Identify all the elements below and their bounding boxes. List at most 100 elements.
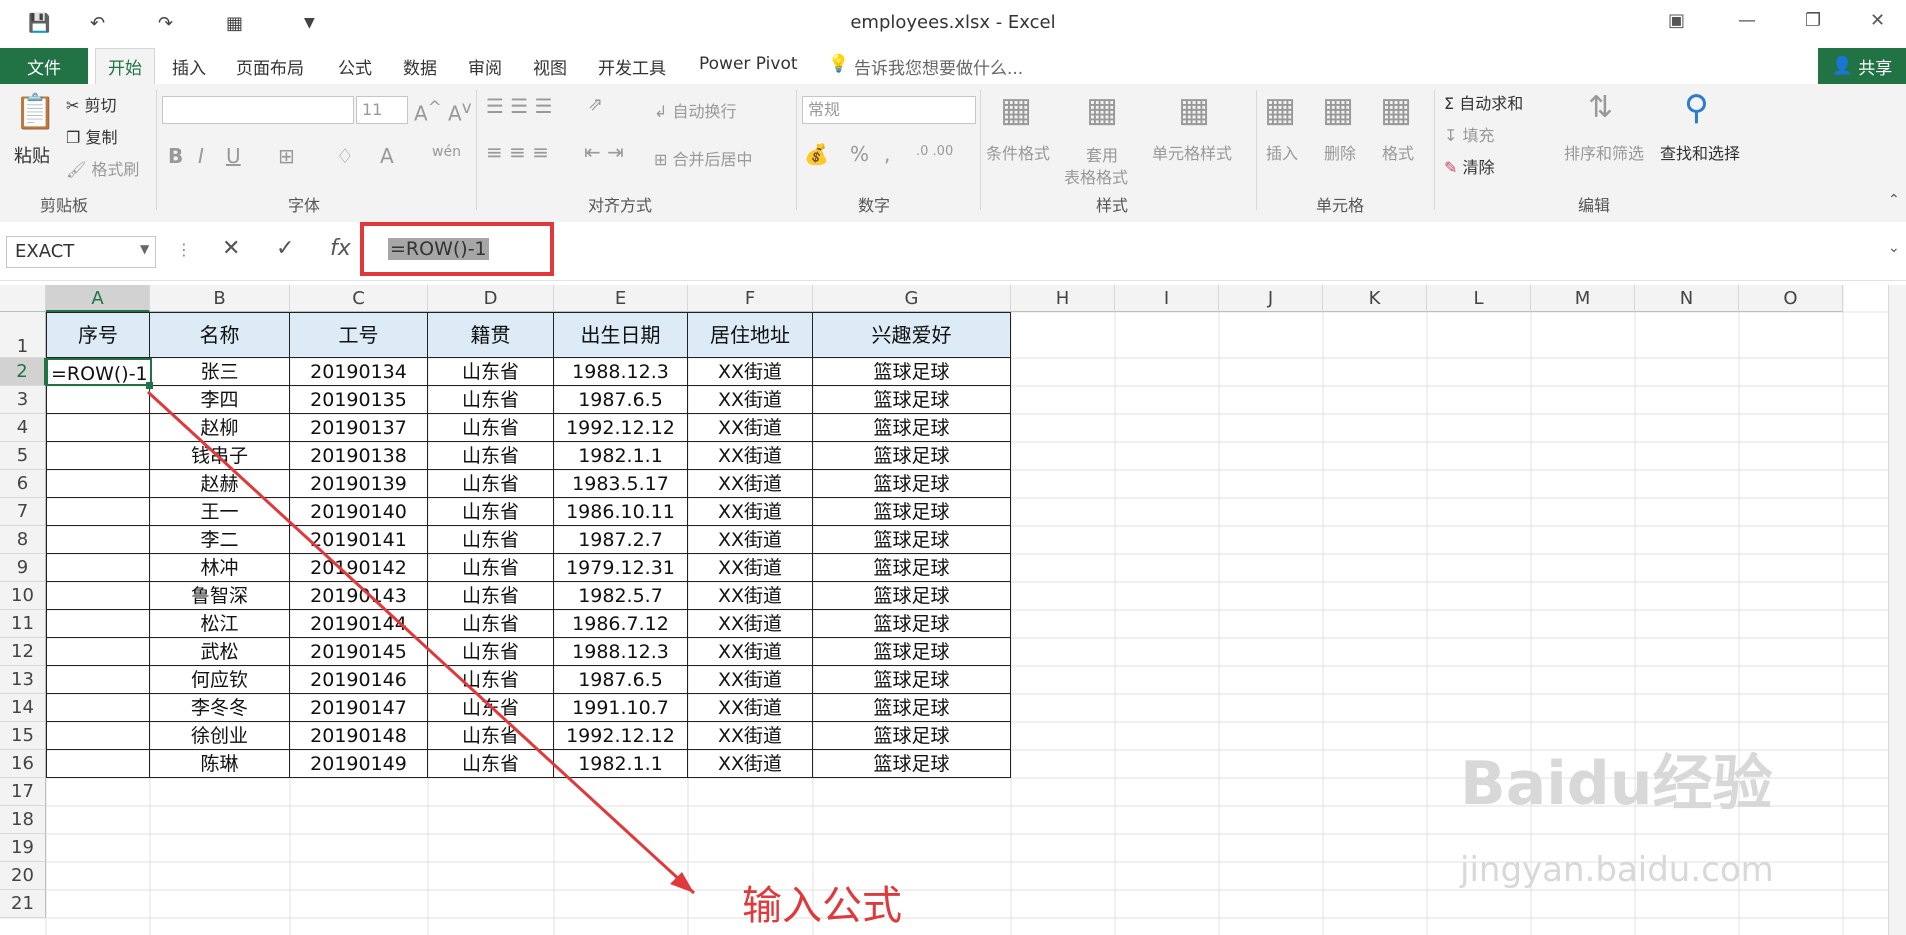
- table-cell[interactable]: 山东省: [428, 750, 554, 778]
- font-grow-icon[interactable]: A^ Av: [414, 98, 472, 126]
- table-cell[interactable]: 松江: [150, 610, 290, 638]
- table-cell[interactable]: 1982.1.1: [554, 750, 688, 778]
- table-cell[interactable]: 20190145: [290, 638, 428, 666]
- table-cell[interactable]: 1987.6.5: [554, 666, 688, 694]
- row-header-13[interactable]: 13: [0, 666, 46, 694]
- column-header-f[interactable]: F: [688, 285, 813, 312]
- row-header-11[interactable]: 11: [0, 610, 46, 638]
- table-cell[interactable]: 山东省: [428, 442, 554, 470]
- table-cell[interactable]: 20190141: [290, 526, 428, 554]
- row-header-18[interactable]: 18: [0, 806, 46, 834]
- row-header-4[interactable]: 4: [0, 414, 46, 442]
- sort-filter-icon[interactable]: ⇅: [1588, 90, 1613, 125]
- column-header-e[interactable]: E: [554, 285, 688, 312]
- table-cell[interactable]: 1986.10.11: [554, 498, 688, 526]
- table-cell[interactable]: XX街道: [688, 498, 813, 526]
- column-header-g[interactable]: G: [813, 285, 1011, 312]
- table-cell[interactable]: XX街道: [688, 554, 813, 582]
- table-cell[interactable]: 篮球足球: [813, 498, 1011, 526]
- table-cell[interactable]: [46, 666, 150, 694]
- cut-button[interactable]: ✂ 剪切: [66, 92, 117, 116]
- cancel-icon[interactable]: ✕: [222, 236, 240, 261]
- row-header-9[interactable]: 9: [0, 554, 46, 582]
- table-cell[interactable]: 篮球足球: [813, 722, 1011, 750]
- vertical-scrollbar[interactable]: [1888, 285, 1906, 935]
- table-cell[interactable]: 篮球足球: [813, 386, 1011, 414]
- column-title-cell[interactable]: 兴趣爱好: [813, 312, 1011, 358]
- copy-button[interactable]: ❐ 复制: [66, 124, 117, 148]
- table-cell[interactable]: 钱串子: [150, 442, 290, 470]
- number-format-combo[interactable]: 常规: [802, 96, 976, 124]
- insert-cells-icon[interactable]: ▦: [1264, 90, 1296, 130]
- column-header-n[interactable]: N: [1635, 285, 1739, 312]
- table-cell[interactable]: 20190144: [290, 610, 428, 638]
- format-painter-button[interactable]: 🖌 格式刷: [66, 156, 139, 180]
- ribbon-display-icon[interactable]: ▣: [1668, 10, 1685, 31]
- table-cell[interactable]: 陈琳: [150, 750, 290, 778]
- find-select-button[interactable]: 查找和选择: [1660, 140, 1740, 164]
- border-icon[interactable]: ⊞: [278, 144, 295, 168]
- column-header-k[interactable]: K: [1323, 285, 1427, 312]
- row-header-17[interactable]: 17: [0, 778, 46, 806]
- column-header-j[interactable]: J: [1219, 285, 1323, 312]
- column-header-l[interactable]: L: [1427, 285, 1531, 312]
- table-cell[interactable]: 山东省: [428, 694, 554, 722]
- formula-input[interactable]: =ROW()-1: [388, 238, 489, 260]
- table-cell[interactable]: 1983.5.17: [554, 470, 688, 498]
- table-cell[interactable]: XX街道: [688, 358, 813, 386]
- table-cell[interactable]: 篮球足球: [813, 582, 1011, 610]
- table-cell[interactable]: [46, 694, 150, 722]
- insert-cells-button[interactable]: 插入: [1266, 140, 1298, 164]
- table-cell[interactable]: [46, 610, 150, 638]
- table-cell[interactable]: 20190137: [290, 414, 428, 442]
- table-cell[interactable]: 1979.12.31: [554, 554, 688, 582]
- table-cell[interactable]: 20190135: [290, 386, 428, 414]
- table-cell[interactable]: 鲁智深: [150, 582, 290, 610]
- tab-review[interactable]: 审阅: [468, 54, 502, 79]
- close-button[interactable]: ✕: [1870, 10, 1885, 31]
- name-box-dropdown-icon[interactable]: ▼: [140, 242, 149, 256]
- orientation-icon[interactable]: ⇗: [588, 94, 603, 115]
- paste-icon[interactable]: 📋: [14, 92, 56, 132]
- column-header-o[interactable]: O: [1739, 285, 1843, 312]
- cell-styles-icon[interactable]: ▦: [1178, 90, 1210, 130]
- table-cell[interactable]: XX街道: [688, 694, 813, 722]
- phonetic-icon[interactable]: wén: [432, 144, 461, 160]
- cell-styles-button[interactable]: 单元格样式: [1152, 140, 1232, 164]
- underline-icon[interactable]: U: [226, 144, 241, 168]
- column-title-cell[interactable]: 籍贯: [428, 312, 554, 358]
- table-cell[interactable]: 篮球足球: [813, 526, 1011, 554]
- tell-me-search[interactable]: 告诉我您想要做什么...: [854, 54, 1023, 79]
- table-cell[interactable]: [46, 722, 150, 750]
- tab-data[interactable]: 数据: [403, 54, 437, 79]
- sort-filter-button[interactable]: 排序和筛选: [1564, 140, 1644, 164]
- table-cell[interactable]: 篮球足球: [813, 358, 1011, 386]
- table-cell[interactable]: 20190146: [290, 666, 428, 694]
- table-cell[interactable]: 20190138: [290, 442, 428, 470]
- table-cell[interactable]: 篮球足球: [813, 414, 1011, 442]
- table-cell[interactable]: 赵柳: [150, 414, 290, 442]
- row-header-19[interactable]: 19: [0, 834, 46, 862]
- column-title-cell[interactable]: 名称: [150, 312, 290, 358]
- clear-button[interactable]: ✎ 清除: [1444, 154, 1495, 178]
- font-size-combo[interactable]: 11: [356, 96, 408, 124]
- table-cell[interactable]: XX街道: [688, 442, 813, 470]
- table-cell[interactable]: [46, 414, 150, 442]
- table-cell[interactable]: [46, 554, 150, 582]
- table-cell[interactable]: XX街道: [688, 666, 813, 694]
- row-header-1[interactable]: 1: [0, 312, 46, 358]
- table-cell[interactable]: 武松: [150, 638, 290, 666]
- decimal-icon[interactable]: .0 .00: [916, 144, 953, 159]
- table-cell[interactable]: 20190140: [290, 498, 428, 526]
- table-cell[interactable]: 山东省: [428, 358, 554, 386]
- table-cell[interactable]: 篮球足球: [813, 750, 1011, 778]
- table-cell[interactable]: 山东省: [428, 582, 554, 610]
- table-cell[interactable]: 20190143: [290, 582, 428, 610]
- row-header-7[interactable]: 7: [0, 498, 46, 526]
- table-format-icon[interactable]: ▦: [1086, 90, 1118, 130]
- delete-cells-button[interactable]: 删除: [1324, 140, 1356, 164]
- comma-icon[interactable]: ,: [884, 142, 890, 166]
- column-title-cell[interactable]: 居住地址: [688, 312, 813, 358]
- fill-handle[interactable]: [146, 382, 153, 389]
- table-cell[interactable]: 林冲: [150, 554, 290, 582]
